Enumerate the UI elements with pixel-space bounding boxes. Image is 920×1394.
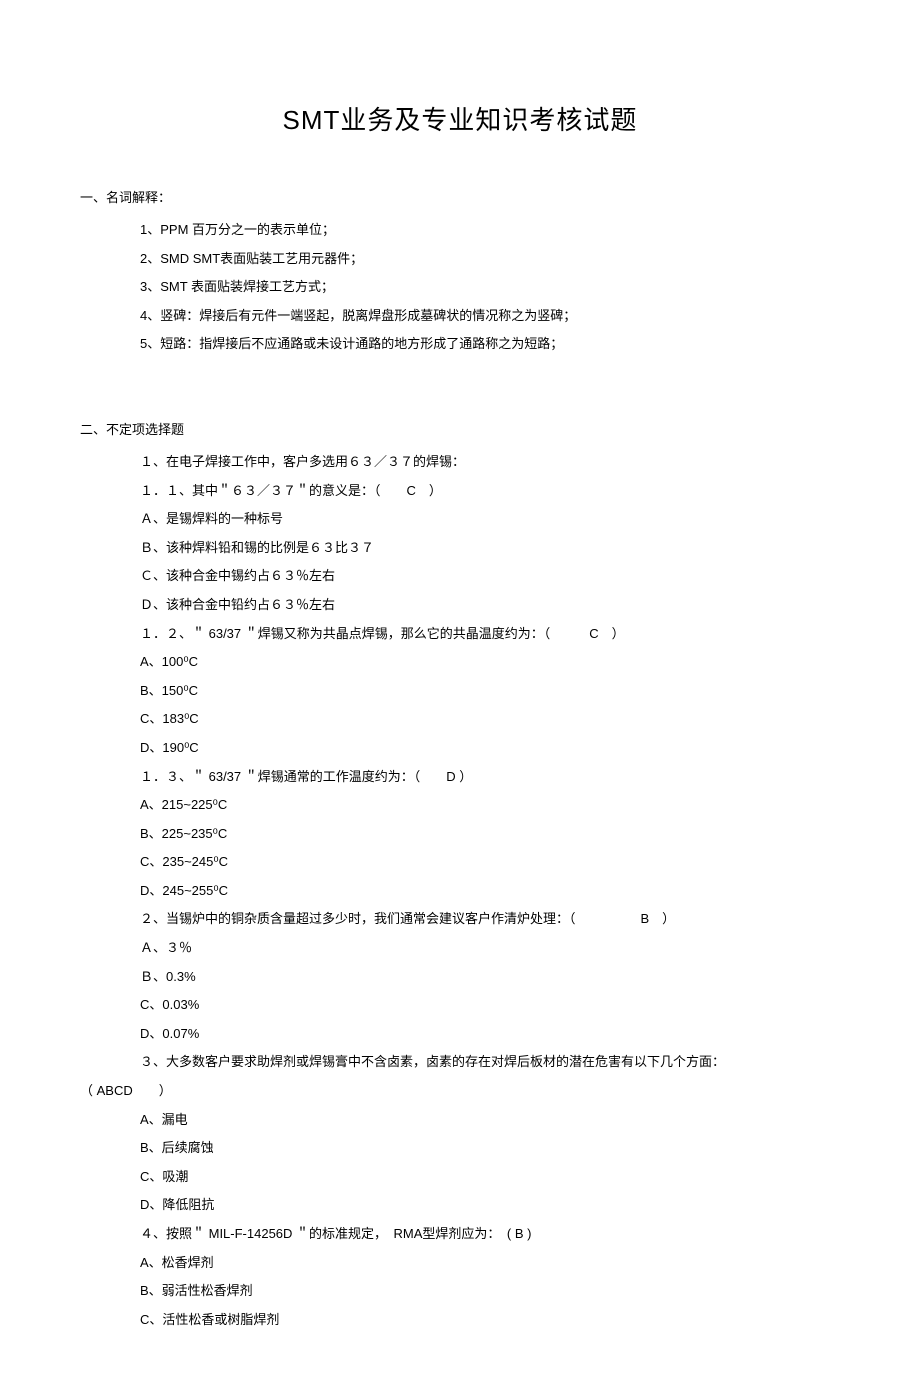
definition-item: 5、短路：指焊接后不应通路或未设计通路的地方形成了通路称之为短路； — [80, 330, 840, 359]
section2-header: 二、不定项选择题 — [80, 419, 840, 438]
definition-item: 3、SMT 表面贴装焊接工艺方式； — [80, 273, 840, 302]
q2-option-d: D、0.07% — [80, 1020, 840, 1049]
q1-3-option-c: C、235~245⁰C — [80, 848, 840, 877]
q2-option-a: Ａ、３％ — [80, 934, 840, 963]
q2-option-c: C、0.03% — [80, 991, 840, 1020]
q2-label: ２、当锡炉中的铜杂质含量超过多少时，我们通常会建议客户作清炉处理：（ B ） — [80, 905, 840, 934]
definition-item: 1、PPM 百万分之一的表示单位； — [80, 216, 840, 245]
q2-option-b: Ｂ、0.3% — [80, 963, 840, 992]
q1-3-option-a: A、215~225⁰C — [80, 791, 840, 820]
q1-2-option-d: D、190⁰C — [80, 734, 840, 763]
definition-item: 4、竖碑：焊接后有元件一端竖起，脱离焊盘形成墓碑状的情况称之为竖碑； — [80, 302, 840, 331]
q1-2-label: １．２、＂ 63/37 ＂焊锡又称为共晶点焊锡，那么它的共晶温度约为：（ C ） — [80, 620, 840, 649]
q1-stem: １、在电子焊接工作中，客户多选用６３／３７的焊锡： — [80, 448, 840, 477]
q1-1-option-c: Ｃ、该种合金中锡约占６３％左右 — [80, 562, 840, 591]
q1-3-option-d: D、245~255⁰C — [80, 877, 840, 906]
q3-label: ３、大多数客户要求助焊剂或焊锡膏中不含卤素，卤素的存在对焊后板材的潜在危害有以下… — [80, 1048, 840, 1077]
q4-option-a: A、松香焊剂 — [80, 1249, 840, 1278]
q3-option-b: B、后续腐蚀 — [80, 1134, 840, 1163]
q4-option-b: B、弱活性松香焊剂 — [80, 1277, 840, 1306]
q1-3-option-b: B、225~235⁰C — [80, 820, 840, 849]
q3-option-d: D、降低阻抗 — [80, 1191, 840, 1220]
q4-label: ４、按照＂ MIL-F-14256D ＂的标准规定， RMA型焊剂应为： ( B… — [80, 1220, 840, 1249]
q1-2-option-c: C、183⁰C — [80, 705, 840, 734]
q3-option-a: A、漏电 — [80, 1106, 840, 1135]
q1-2-option-b: B、150⁰C — [80, 677, 840, 706]
q1-3-label: １．３、＂ 63/37 ＂焊锡通常的工作温度约为：（ D ） — [80, 763, 840, 792]
q3-answer: （ ABCD ） — [80, 1077, 840, 1106]
page-title: SMT业务及专业知识考核试题 — [80, 100, 840, 137]
q1-1-option-a: Ａ、是锡焊料的一种标号 — [80, 505, 840, 534]
q1-1-label: １．１、其中＂６３／３７＂的意义是：（ C ） — [80, 477, 840, 506]
q1-1-option-b: Ｂ、该种焊料铅和锡的比例是６３比３７ — [80, 534, 840, 563]
definition-item: 2、SMD SMT表面贴装工艺用元器件； — [80, 245, 840, 274]
q1-2-option-a: A、100⁰C — [80, 648, 840, 677]
section1-header: 一、名词解释： — [80, 187, 840, 206]
q4-option-c: C、活性松香或树脂焊剂 — [80, 1306, 840, 1335]
q1-1-option-d: Ｄ、该种合金中铅约占６３％左右 — [80, 591, 840, 620]
q3-option-c: C、吸潮 — [80, 1163, 840, 1192]
